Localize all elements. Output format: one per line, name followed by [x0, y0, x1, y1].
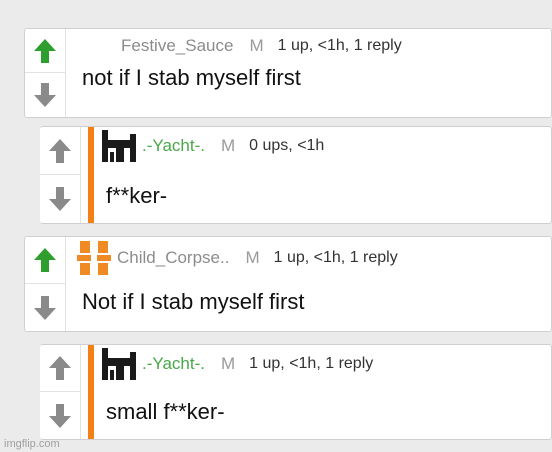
username-link[interactable]: .-Yacht-.: [142, 136, 205, 156]
mod-badge: M: [220, 354, 236, 373]
downvote-arrow-icon: [49, 403, 71, 428]
comment-yacht-reply-2: .-Yacht-. M 1 up, <1h, 1 reply small f**…: [40, 344, 552, 440]
comment-text: Not if I stab myself first: [82, 289, 305, 314]
upvote-button[interactable]: [40, 127, 80, 175]
downvote-arrow-icon: [34, 83, 56, 107]
upvote-button[interactable]: [25, 237, 65, 284]
vote-column: [40, 127, 81, 223]
vote-column: [25, 237, 66, 331]
comment-header: .-Yacht-. M 1 up, <1h, 1 reply: [102, 347, 551, 381]
username-link[interactable]: Child_Corpse..: [117, 248, 229, 268]
downvote-button[interactable]: [25, 284, 65, 331]
mod-badge: M: [245, 248, 260, 267]
comment-text: small f**ker-: [106, 399, 225, 424]
downvote-button[interactable]: [40, 392, 80, 439]
upvote-arrow-icon: [49, 138, 71, 163]
comment-festive-sauce: Festive_Sauce M 1 up, <1h, 1 reply not i…: [24, 28, 552, 118]
downvote-arrow-icon: [49, 187, 71, 211]
comment-meta: 1 up, <1h, 1 reply: [249, 355, 374, 372]
downvote-arrow-icon: [34, 295, 56, 320]
comment-header: Festive_Sauce M 1 up, <1h, 1 reply: [121, 29, 551, 63]
comment-header: .-Yacht-. M 0 ups, <1h: [102, 129, 551, 163]
comment-yacht-reply: .-Yacht-. M 0 ups, <1h f**ker-: [40, 126, 552, 224]
upvote-button[interactable]: [40, 345, 80, 392]
upvote-button[interactable]: [25, 29, 65, 73]
comment-meta: 0 ups, <1h: [249, 137, 325, 154]
pixel-avatar-icon[interactable]: [77, 241, 111, 275]
mod-badge: M: [249, 36, 264, 55]
upvote-arrow-icon: [34, 38, 56, 63]
watermark: imgflip.com: [4, 438, 60, 450]
upvote-arrow-icon: [34, 248, 56, 272]
upvote-arrow-icon: [49, 356, 71, 380]
mod-badge: M: [220, 136, 236, 155]
reply-indicator-bar: [88, 345, 94, 439]
downvote-button[interactable]: [25, 73, 65, 117]
comment-text: not if I stab myself first: [82, 65, 301, 90]
downvote-button[interactable]: [40, 175, 80, 223]
pixel-avatar-icon[interactable]: [102, 130, 136, 162]
comment-text: f**ker-: [106, 183, 168, 208]
pixel-avatar-icon[interactable]: [102, 348, 136, 380]
reply-indicator-bar: [88, 127, 94, 223]
vote-column: [25, 29, 66, 117]
comment-meta: 1 up, <1h, 1 reply: [277, 37, 402, 54]
username-link[interactable]: .-Yacht-.: [142, 354, 205, 374]
username-link[interactable]: Festive_Sauce: [121, 36, 233, 56]
vote-column: [40, 345, 81, 439]
comment-header: Child_Corpse.. M 1 up, <1h, 1 reply: [77, 241, 551, 275]
comment-child-corpse: Child_Corpse.. M 1 up, <1h, 1 reply Not …: [24, 236, 552, 332]
comment-meta: 1 up, <1h, 1 reply: [273, 249, 398, 266]
